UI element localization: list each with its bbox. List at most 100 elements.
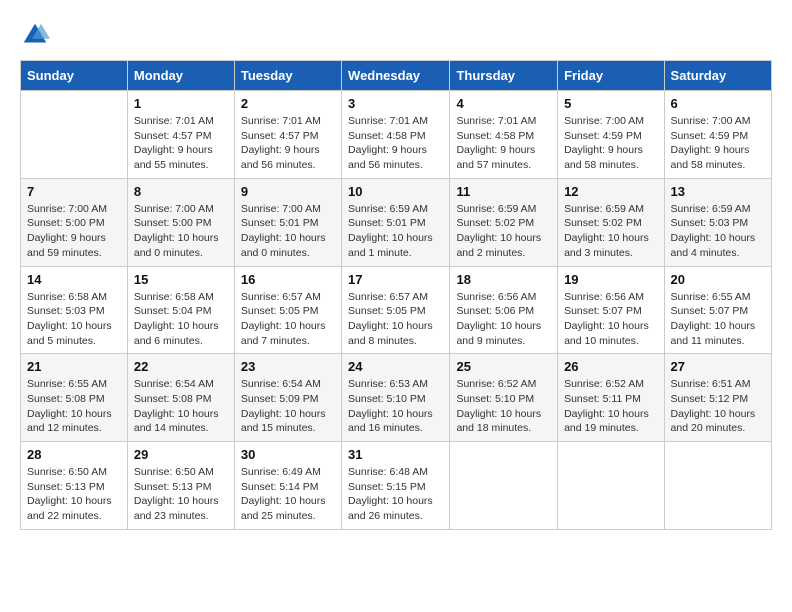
day-cell: 4 Sunrise: 7:01 AMSunset: 4:58 PMDaylight… (450, 91, 558, 179)
day-cell: 10 Sunrise: 6:59 AMSunset: 5:01 PMDayligh… (342, 178, 450, 266)
day-info: Sunrise: 6:59 AMSunset: 5:01 PMDaylight:… (348, 202, 443, 261)
day-cell: 19 Sunrise: 6:56 AMSunset: 5:07 PMDayligh… (558, 266, 664, 354)
header-cell-monday: Monday (127, 61, 234, 91)
day-info: Sunrise: 6:54 AMSunset: 5:08 PMDaylight:… (134, 377, 228, 436)
day-cell: 13 Sunrise: 6:59 AMSunset: 5:03 PMDayligh… (664, 178, 771, 266)
header-row: SundayMondayTuesdayWednesdayThursdayFrid… (21, 61, 772, 91)
day-info: Sunrise: 7:00 AMSunset: 4:59 PMDaylight:… (564, 114, 657, 173)
day-info: Sunrise: 6:51 AMSunset: 5:12 PMDaylight:… (671, 377, 765, 436)
day-info: Sunrise: 6:59 AMSunset: 5:02 PMDaylight:… (456, 202, 551, 261)
day-number: 10 (348, 184, 443, 199)
day-number: 9 (241, 184, 335, 199)
day-cell: 27 Sunrise: 6:51 AMSunset: 5:12 PMDayligh… (664, 354, 771, 442)
day-info: Sunrise: 7:01 AMSunset: 4:58 PMDaylight:… (348, 114, 443, 173)
day-number: 3 (348, 96, 443, 111)
day-number: 17 (348, 272, 443, 287)
day-cell: 29Sunrise: 6:50 AMSunset: 5:13 PMDayligh… (127, 442, 234, 530)
day-cell: 26Sunrise: 6:52 AMSunset: 5:11 PMDayligh… (558, 354, 664, 442)
day-number: 19 (564, 272, 657, 287)
day-info: Sunrise: 6:50 AMSunset: 5:13 PMDaylight:… (27, 465, 121, 524)
week-row-4: 21 Sunrise: 6:55 AMSunset: 5:08 PMDayligh… (21, 354, 772, 442)
day-cell: 18Sunrise: 6:56 AMSunset: 5:06 PMDayligh… (450, 266, 558, 354)
day-cell: 28 Sunrise: 6:50 AMSunset: 5:13 PMDayligh… (21, 442, 128, 530)
day-number: 25 (456, 359, 551, 374)
week-row-2: 7 Sunrise: 7:00 AMSunset: 5:00 PMDaylight… (21, 178, 772, 266)
day-number: 5 (564, 96, 657, 111)
day-number: 12 (564, 184, 657, 199)
day-cell: 31 Sunrise: 6:48 AMSunset: 5:15 PMDayligh… (342, 442, 450, 530)
day-number: 24 (348, 359, 443, 374)
day-cell: 17 Sunrise: 6:57 AMSunset: 5:05 PMDayligh… (342, 266, 450, 354)
day-info: Sunrise: 6:52 AMSunset: 5:10 PMDaylight:… (456, 377, 551, 436)
day-cell: 22 Sunrise: 6:54 AMSunset: 5:08 PMDayligh… (127, 354, 234, 442)
day-number: 18 (456, 272, 551, 287)
day-number: 28 (27, 447, 121, 462)
day-number: 11 (456, 184, 551, 199)
logo (20, 20, 54, 50)
day-number: 27 (671, 359, 765, 374)
header-cell-saturday: Saturday (664, 61, 771, 91)
day-number: 31 (348, 447, 443, 462)
day-info: Sunrise: 6:55 AMSunset: 5:07 PMDaylight:… (671, 290, 765, 349)
day-cell: 16 Sunrise: 6:57 AMSunset: 5:05 PMDayligh… (234, 266, 341, 354)
day-cell: 9 Sunrise: 7:00 AMSunset: 5:01 PMDaylight… (234, 178, 341, 266)
day-info: Sunrise: 7:00 AMSunset: 5:01 PMDaylight:… (241, 202, 335, 261)
day-info: Sunrise: 6:57 AMSunset: 5:05 PMDaylight:… (348, 290, 443, 349)
calendar-table: SundayMondayTuesdayWednesdayThursdayFrid… (20, 60, 772, 530)
day-cell: 14 Sunrise: 6:58 AMSunset: 5:03 PMDayligh… (21, 266, 128, 354)
day-cell: 15Sunrise: 6:58 AMSunset: 5:04 PMDayligh… (127, 266, 234, 354)
day-number: 22 (134, 359, 228, 374)
day-number: 16 (241, 272, 335, 287)
calendar-header: SundayMondayTuesdayWednesdayThursdayFrid… (21, 61, 772, 91)
day-cell: 12 Sunrise: 6:59 AMSunset: 5:02 PMDayligh… (558, 178, 664, 266)
day-cell: 23Sunrise: 6:54 AMSunset: 5:09 PMDayligh… (234, 354, 341, 442)
day-number: 20 (671, 272, 765, 287)
day-number: 30 (241, 447, 335, 462)
day-info: Sunrise: 6:59 AMSunset: 5:03 PMDaylight:… (671, 202, 765, 261)
day-number: 14 (27, 272, 121, 287)
day-info: Sunrise: 7:01 AMSunset: 4:57 PMDaylight:… (241, 114, 335, 173)
day-cell: 20 Sunrise: 6:55 AMSunset: 5:07 PMDayligh… (664, 266, 771, 354)
day-number: 4 (456, 96, 551, 111)
day-info: Sunrise: 6:56 AMSunset: 5:07 PMDaylight:… (564, 290, 657, 349)
day-number: 8 (134, 184, 228, 199)
day-info: Sunrise: 7:00 AMSunset: 5:00 PMDaylight:… (27, 202, 121, 261)
header-cell-friday: Friday (558, 61, 664, 91)
week-row-1: 1 Sunrise: 7:01 AMSunset: 4:57 PMDaylight… (21, 91, 772, 179)
day-info: Sunrise: 6:59 AMSunset: 5:02 PMDaylight:… (564, 202, 657, 261)
day-info: Sunrise: 7:01 AMSunset: 4:57 PMDaylight:… (134, 114, 228, 173)
day-cell: 25 Sunrise: 6:52 AMSunset: 5:10 PMDayligh… (450, 354, 558, 442)
day-cell (21, 91, 128, 179)
day-cell: 21 Sunrise: 6:55 AMSunset: 5:08 PMDayligh… (21, 354, 128, 442)
logo-icon (20, 20, 50, 50)
week-row-3: 14 Sunrise: 6:58 AMSunset: 5:03 PMDayligh… (21, 266, 772, 354)
day-number: 7 (27, 184, 121, 199)
day-cell: 6Sunrise: 7:00 AMSunset: 4:59 PMDaylight… (664, 91, 771, 179)
day-info: Sunrise: 6:55 AMSunset: 5:08 PMDaylight:… (27, 377, 121, 436)
day-number: 15 (134, 272, 228, 287)
day-info: Sunrise: 6:57 AMSunset: 5:05 PMDaylight:… (241, 290, 335, 349)
day-cell: 3 Sunrise: 7:01 AMSunset: 4:58 PMDaylight… (342, 91, 450, 179)
day-info: Sunrise: 7:00 AMSunset: 5:00 PMDaylight:… (134, 202, 228, 261)
day-number: 2 (241, 96, 335, 111)
day-cell: 11 Sunrise: 6:59 AMSunset: 5:02 PMDayligh… (450, 178, 558, 266)
day-info: Sunrise: 6:49 AMSunset: 5:14 PMDaylight:… (241, 465, 335, 524)
day-number: 21 (27, 359, 121, 374)
day-info: Sunrise: 6:53 AMSunset: 5:10 PMDaylight:… (348, 377, 443, 436)
page-header (20, 20, 772, 50)
day-info: Sunrise: 6:48 AMSunset: 5:15 PMDaylight:… (348, 465, 443, 524)
day-cell: 30 Sunrise: 6:49 AMSunset: 5:14 PMDayligh… (234, 442, 341, 530)
day-cell: 1 Sunrise: 7:01 AMSunset: 4:57 PMDaylight… (127, 91, 234, 179)
day-number: 6 (671, 96, 765, 111)
day-number: 13 (671, 184, 765, 199)
header-cell-tuesday: Tuesday (234, 61, 341, 91)
day-number: 1 (134, 96, 228, 111)
day-info: Sunrise: 7:01 AMSunset: 4:58 PMDaylight:… (456, 114, 551, 173)
header-cell-wednesday: Wednesday (342, 61, 450, 91)
day-cell: 8 Sunrise: 7:00 AMSunset: 5:00 PMDaylight… (127, 178, 234, 266)
day-info: Sunrise: 6:50 AMSunset: 5:13 PMDaylight:… (134, 465, 228, 524)
week-row-5: 28 Sunrise: 6:50 AMSunset: 5:13 PMDayligh… (21, 442, 772, 530)
day-cell (450, 442, 558, 530)
day-info: Sunrise: 6:58 AMSunset: 5:03 PMDaylight:… (27, 290, 121, 349)
day-cell (558, 442, 664, 530)
